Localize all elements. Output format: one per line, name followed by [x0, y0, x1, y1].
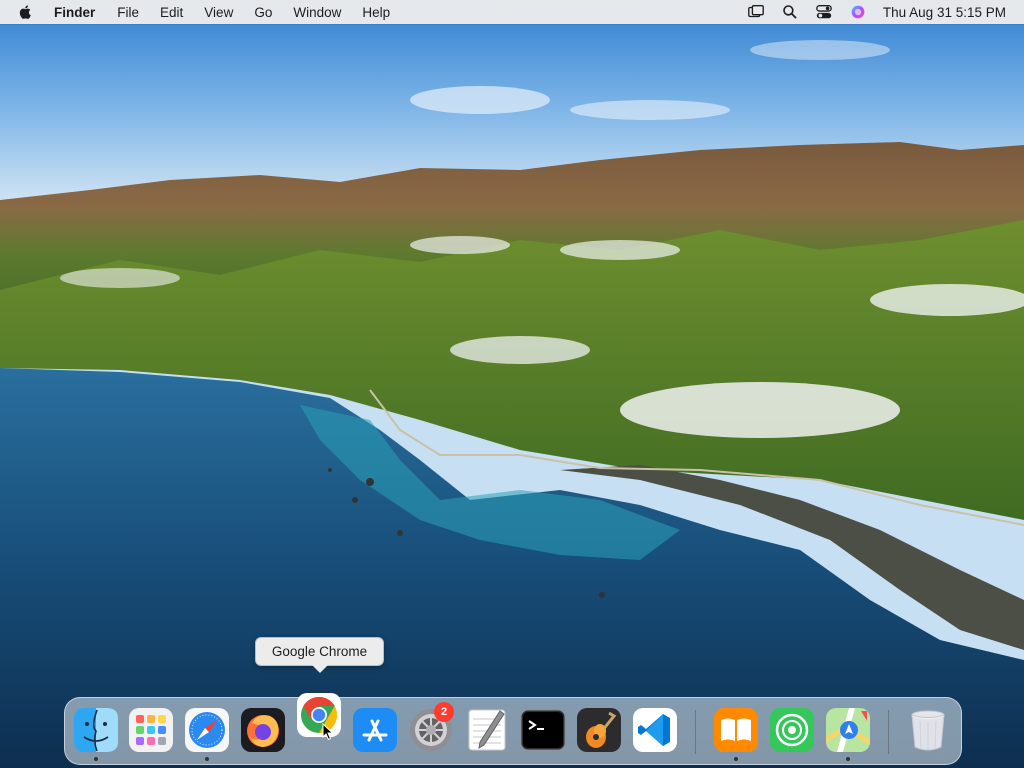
menu-view[interactable]: View [204, 5, 233, 20]
dock-item-trash[interactable] [905, 707, 951, 753]
trash-icon [911, 710, 945, 751]
wallpaper-image [0, 0, 1024, 768]
find-my-icon [770, 708, 814, 752]
dock-divider [695, 710, 696, 754]
apple-menu-icon[interactable] [18, 3, 36, 21]
running-indicator [94, 757, 98, 761]
books-icon [714, 708, 758, 752]
dock-item-maps[interactable] [825, 707, 871, 753]
launchpad-icon [129, 708, 173, 752]
terminal-icon [520, 709, 566, 751]
mouse-cursor-icon [322, 723, 334, 741]
dock-item-app-store[interactable] [352, 707, 398, 753]
dock-tooltip: Google Chrome [255, 637, 384, 673]
dock: 2 [64, 693, 962, 765]
dock-item-terminal[interactable] [520, 707, 566, 753]
running-indicator [734, 757, 738, 761]
dock-item-system-preferences[interactable]: 2 [408, 702, 454, 753]
app-store-icon [353, 708, 397, 752]
menu-file[interactable]: File [117, 5, 139, 20]
control-center-icon[interactable] [815, 3, 833, 21]
dock-item-books[interactable] [713, 707, 759, 753]
notification-badge: 2 [434, 702, 454, 722]
running-indicator [205, 757, 209, 761]
menu-help[interactable]: Help [362, 5, 390, 20]
menu-edit[interactable]: Edit [160, 5, 183, 20]
dock-divider [888, 710, 889, 754]
dock-item-firefox[interactable] [240, 707, 286, 753]
dock-item-finder[interactable] [73, 707, 119, 753]
dock-item-garageband[interactable] [576, 707, 622, 753]
tooltip-label: Google Chrome [271, 644, 368, 659]
menu-window[interactable]: Window [293, 5, 341, 20]
menu-bar: Finder File Edit View Go Window Help Thu… [0, 0, 1024, 24]
siri-icon[interactable] [849, 3, 867, 21]
garageband-icon [577, 708, 621, 752]
firefox-icon [241, 708, 285, 752]
dock-item-vscode[interactable] [632, 707, 678, 753]
screen-mirroring-icon[interactable] [747, 3, 765, 21]
finder-icon [74, 708, 118, 752]
dock-item-find-my[interactable] [769, 707, 815, 753]
dock-item-textedit[interactable] [464, 707, 510, 753]
maps-icon [826, 708, 870, 752]
running-indicator [846, 757, 850, 761]
search-icon[interactable] [781, 3, 799, 21]
textedit-icon [468, 709, 506, 751]
dock-item-google-chrome[interactable] [296, 692, 342, 738]
menu-finder[interactable]: Finder [54, 5, 95, 20]
vscode-icon [633, 708, 677, 752]
desktop[interactable] [0, 0, 1024, 768]
chrome-icon [297, 693, 341, 737]
menu-go[interactable]: Go [254, 5, 272, 20]
safari-icon [185, 708, 229, 752]
menu-bar-clock[interactable]: Thu Aug 31 5:15 PM [883, 5, 1006, 20]
dock-item-safari[interactable] [184, 707, 230, 753]
dock-item-launchpad[interactable] [128, 707, 174, 753]
